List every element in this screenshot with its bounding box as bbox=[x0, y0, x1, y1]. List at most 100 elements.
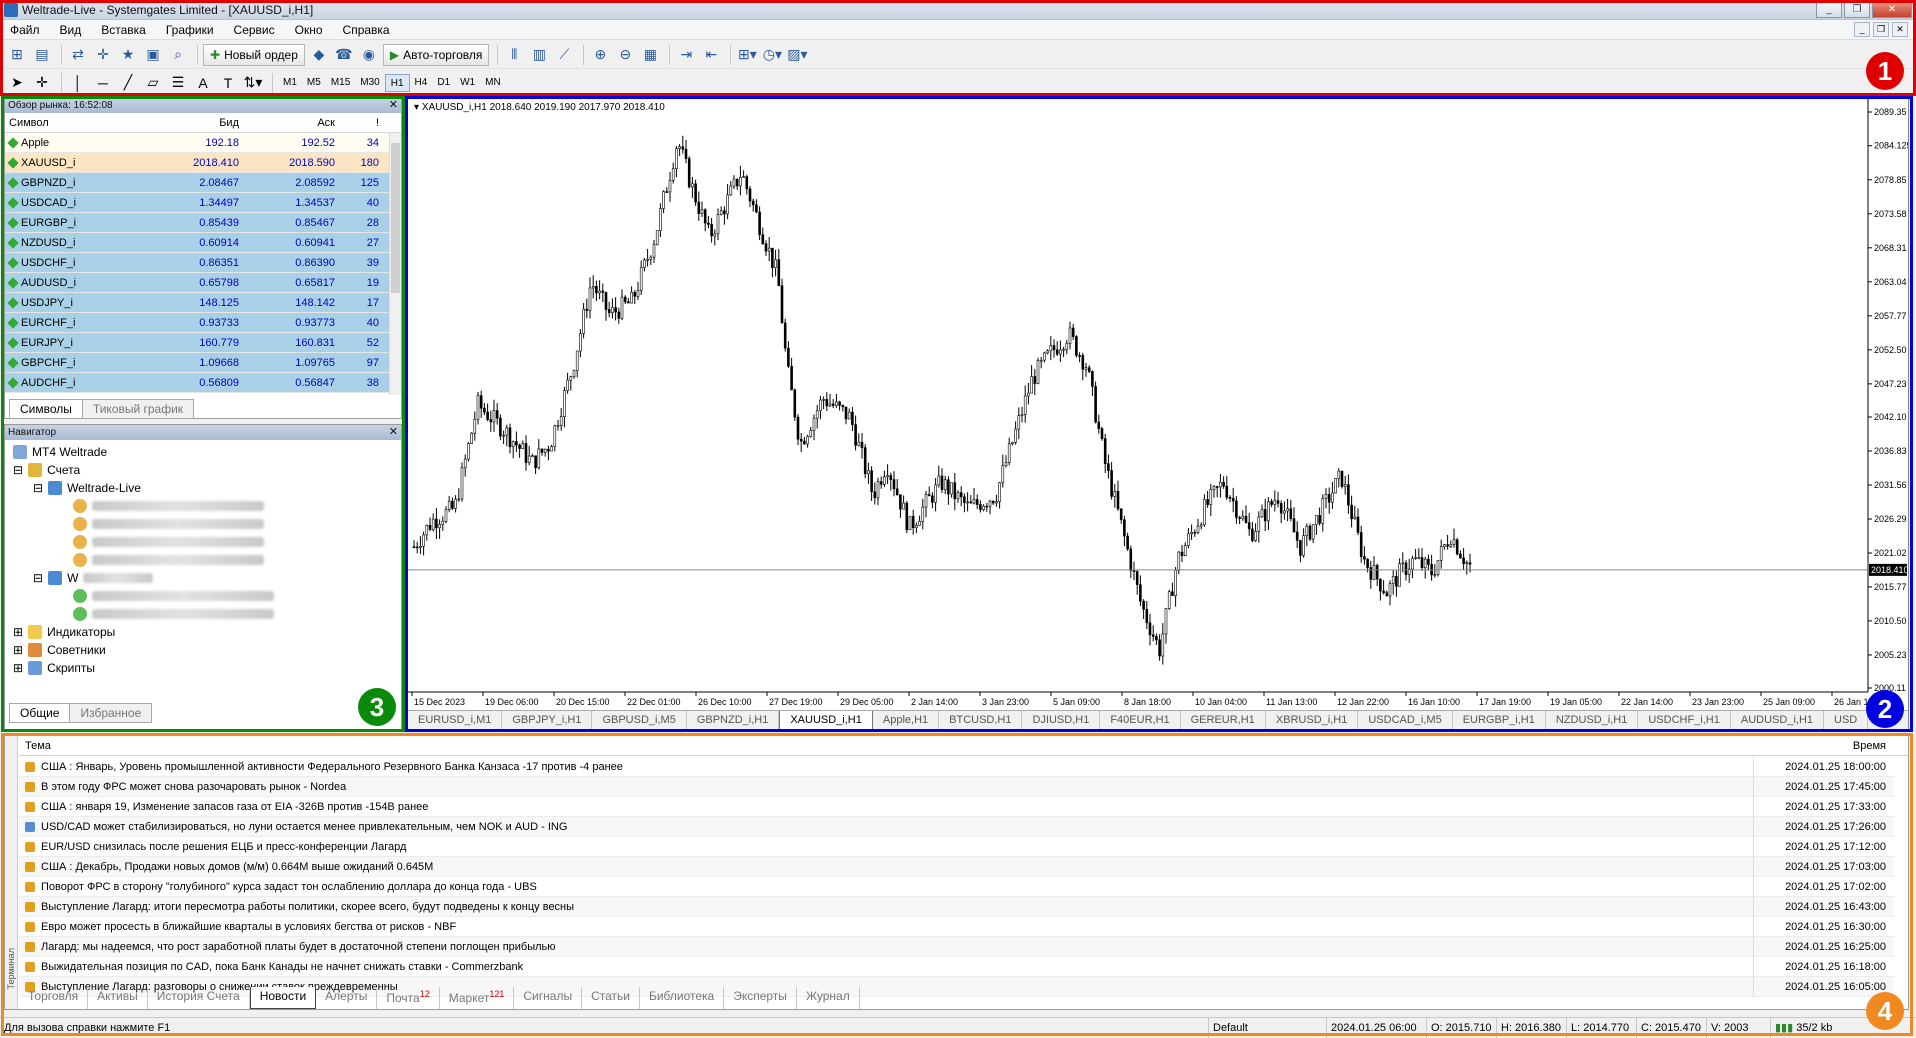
nav-server-live[interactable]: ⊟ Weltrade-Live bbox=[33, 481, 141, 495]
timeframe-m1[interactable]: M1 bbox=[278, 74, 302, 92]
nav-indicators[interactable]: ⊞ Индикаторы bbox=[13, 625, 115, 639]
text-icon[interactable]: A bbox=[192, 72, 214, 94]
terminal-tab[interactable]: Почта12 bbox=[377, 987, 440, 1009]
news-row[interactable]: Поворот ФРС в сторону "голубиного" курса… bbox=[19, 877, 1894, 897]
collapse-icon[interactable]: ⊟ bbox=[33, 571, 43, 585]
chart-tab[interactable]: DJIUSD,H1 bbox=[1022, 711, 1101, 730]
minimize-button[interactable]: _ bbox=[1816, 2, 1842, 18]
chart-tab[interactable]: BTCUSD,H1 bbox=[939, 711, 1023, 730]
column-time[interactable]: Время bbox=[1853, 736, 1886, 756]
terminal-tab[interactable]: Активы bbox=[88, 987, 148, 1009]
terminal-tab[interactable]: Маркет121 bbox=[440, 987, 515, 1009]
terminal-tab[interactable]: Сигналы bbox=[514, 987, 583, 1009]
options-icon[interactable]: ◉ bbox=[358, 44, 380, 66]
market-watch-row[interactable]: AUDCHF_i 0.56809 0.56847 38 bbox=[5, 373, 401, 393]
trendline-icon[interactable]: ╱ bbox=[117, 72, 139, 94]
chart-tab[interactable]: GBPJPY_i,H1 bbox=[502, 711, 593, 730]
nav-account[interactable] bbox=[73, 589, 274, 603]
column-spread[interactable]: ! bbox=[339, 113, 383, 132]
arrows-icon[interactable]: ⇅▾ bbox=[242, 72, 264, 94]
autoscroll-icon[interactable]: ⇥ bbox=[675, 44, 697, 66]
menu-file[interactable]: Файл bbox=[0, 20, 50, 40]
close-icon[interactable]: ✕ bbox=[389, 425, 398, 440]
market-watch-row[interactable]: GBPNZD_i 2.08467 2.08592 125 bbox=[5, 173, 401, 193]
close-icon[interactable]: ✕ bbox=[389, 98, 398, 113]
terminal-tab[interactable]: Эксперты bbox=[724, 987, 797, 1009]
chart-tab[interactable]: EURUSD_i,M1 bbox=[408, 711, 503, 730]
terminal-tab[interactable]: Торговля bbox=[19, 987, 89, 1009]
collapse-icon[interactable]: ⊟ bbox=[33, 481, 43, 495]
market-watch-row[interactable]: XAUUSD_i 2018.410 2018.590 180 bbox=[5, 153, 401, 173]
cursor-icon[interactable]: ➤ bbox=[6, 72, 28, 94]
price-chart[interactable]: 2089.35 2084.125 2078.85 2073.58 2068.31 2063… bbox=[408, 98, 1908, 710]
chart-tab[interactable]: USDCHF_i,H1 bbox=[1638, 711, 1731, 730]
nav-server-2[interactable]: ⊟ W bbox=[33, 571, 154, 585]
auto-trading-button[interactable]: ▶ Авто-торговля bbox=[382, 43, 490, 66]
terminal-tab[interactable]: Журнал bbox=[797, 987, 860, 1009]
news-row[interactable]: USD/CAD может стабилизироваться, но луни… bbox=[19, 817, 1894, 837]
bar-chart-icon[interactable]: ⫴ bbox=[503, 44, 525, 66]
nav-account[interactable] bbox=[73, 517, 264, 531]
chart-shift-icon[interactable]: ⇤ bbox=[700, 44, 722, 66]
news-row[interactable]: В этом году ФРС может снова разочаровать… bbox=[19, 777, 1894, 797]
terminal-tab[interactable]: Алерты bbox=[316, 987, 378, 1009]
expand-icon[interactable]: ⊞ bbox=[13, 661, 23, 675]
nav-accounts[interactable]: ⊟ Счета bbox=[13, 463, 80, 477]
menu-view[interactable]: Вид bbox=[50, 20, 92, 40]
menu-charts[interactable]: Графики bbox=[156, 20, 224, 40]
menu-help[interactable]: Справка bbox=[333, 20, 400, 40]
timeframe-m5[interactable]: M5 bbox=[302, 74, 326, 92]
close-button[interactable]: ✕ bbox=[1872, 2, 1912, 18]
indicators-icon[interactable]: ⊞▾ bbox=[736, 44, 758, 66]
news-row[interactable]: США : января 19, Изменение запасов газа … bbox=[19, 797, 1894, 817]
candlestick-icon[interactable]: ▥ bbox=[528, 44, 550, 66]
expand-icon[interactable]: ⊞ bbox=[13, 643, 23, 657]
timeframe-m30[interactable]: M30 bbox=[355, 74, 384, 92]
column-ask[interactable]: Аск bbox=[243, 113, 339, 132]
terminal-tab[interactable]: Новости bbox=[249, 987, 317, 1009]
nav-account[interactable] bbox=[73, 553, 264, 567]
menu-insert[interactable]: Вставка bbox=[91, 20, 156, 40]
news-row[interactable]: Выжидательная позиция по CAD, пока Банк … bbox=[19, 957, 1894, 977]
chart-tab[interactable]: F40EUR,H1 bbox=[1100, 711, 1181, 730]
timeframe-h1[interactable]: H1 bbox=[384, 73, 410, 92]
nav-account[interactable] bbox=[73, 607, 274, 621]
text-label-icon[interactable]: T bbox=[217, 72, 239, 94]
chart-tab[interactable]: XBRUSD_i,H1 bbox=[1266, 711, 1359, 730]
market-watch-icon[interactable]: ⇄ bbox=[67, 44, 89, 66]
chart-window[interactable]: 2089.35 2084.125 2078.85 2073.58 2068.31 2063… bbox=[407, 97, 1909, 731]
new-order-button[interactable]: ✚ Новый ордер bbox=[203, 43, 305, 66]
terminal-tab[interactable]: История Счета bbox=[148, 987, 250, 1009]
market-watch-row[interactable]: NZDUSD_i 0.60914 0.60941 27 bbox=[5, 233, 401, 253]
market-watch-row[interactable]: Apple 192.18 192.52 34 bbox=[5, 133, 401, 153]
menu-tools[interactable]: Сервис bbox=[224, 20, 285, 40]
timeframe-h4[interactable]: H4 bbox=[410, 74, 433, 92]
nav-root[interactable]: MT4 Weltrade bbox=[13, 445, 107, 459]
news-row[interactable]: Лагард: мы надеемся, что рост заработной… bbox=[19, 937, 1894, 957]
chart-tab[interactable]: EURGBP_i,H1 bbox=[1453, 711, 1546, 730]
tile-windows-icon[interactable]: ▦ bbox=[639, 44, 661, 66]
column-topic[interactable]: Тема bbox=[25, 736, 51, 756]
menu-window[interactable]: Окно bbox=[285, 20, 333, 40]
fibonacci-icon[interactable]: ☰ bbox=[167, 72, 189, 94]
news-row[interactable]: Выступление Лагард: итоги пересмотра раб… bbox=[19, 897, 1894, 917]
tab-common[interactable]: Общие bbox=[9, 703, 71, 723]
chart-tab[interactable]: USDCAD_i,M5 bbox=[1358, 711, 1453, 730]
chart-tab[interactable]: GBPNZD_i,H1 bbox=[687, 711, 780, 730]
column-bid[interactable]: Бид bbox=[147, 113, 243, 132]
chart-tab[interactable]: Apple,H1 bbox=[873, 711, 940, 730]
mdi-minimize-button[interactable]: _ bbox=[1854, 22, 1870, 37]
tab-symbols[interactable]: Символы bbox=[9, 399, 83, 419]
market-watch-row[interactable]: EURGBP_i 0.85439 0.85467 28 bbox=[5, 213, 401, 233]
timeframe-m15[interactable]: M15 bbox=[326, 74, 355, 92]
chart-tab[interactable]: AUDUSD_i,H1 bbox=[1731, 711, 1825, 730]
timeframe-d1[interactable]: D1 bbox=[432, 74, 455, 92]
equidistant-channel-icon[interactable]: ▱ bbox=[142, 72, 164, 94]
market-watch-scrollbar[interactable] bbox=[389, 133, 401, 395]
chart-tab[interactable]: GBPUSD_i,M5 bbox=[592, 711, 687, 730]
periods-icon[interactable]: ◷▾ bbox=[761, 44, 783, 66]
zoom-out-icon[interactable]: ⊖ bbox=[614, 44, 636, 66]
column-symbol[interactable]: Символ bbox=[5, 113, 147, 132]
new-chart-icon[interactable]: ⊞ bbox=[6, 44, 28, 66]
crosshair-icon[interactable]: ✛ bbox=[31, 72, 53, 94]
